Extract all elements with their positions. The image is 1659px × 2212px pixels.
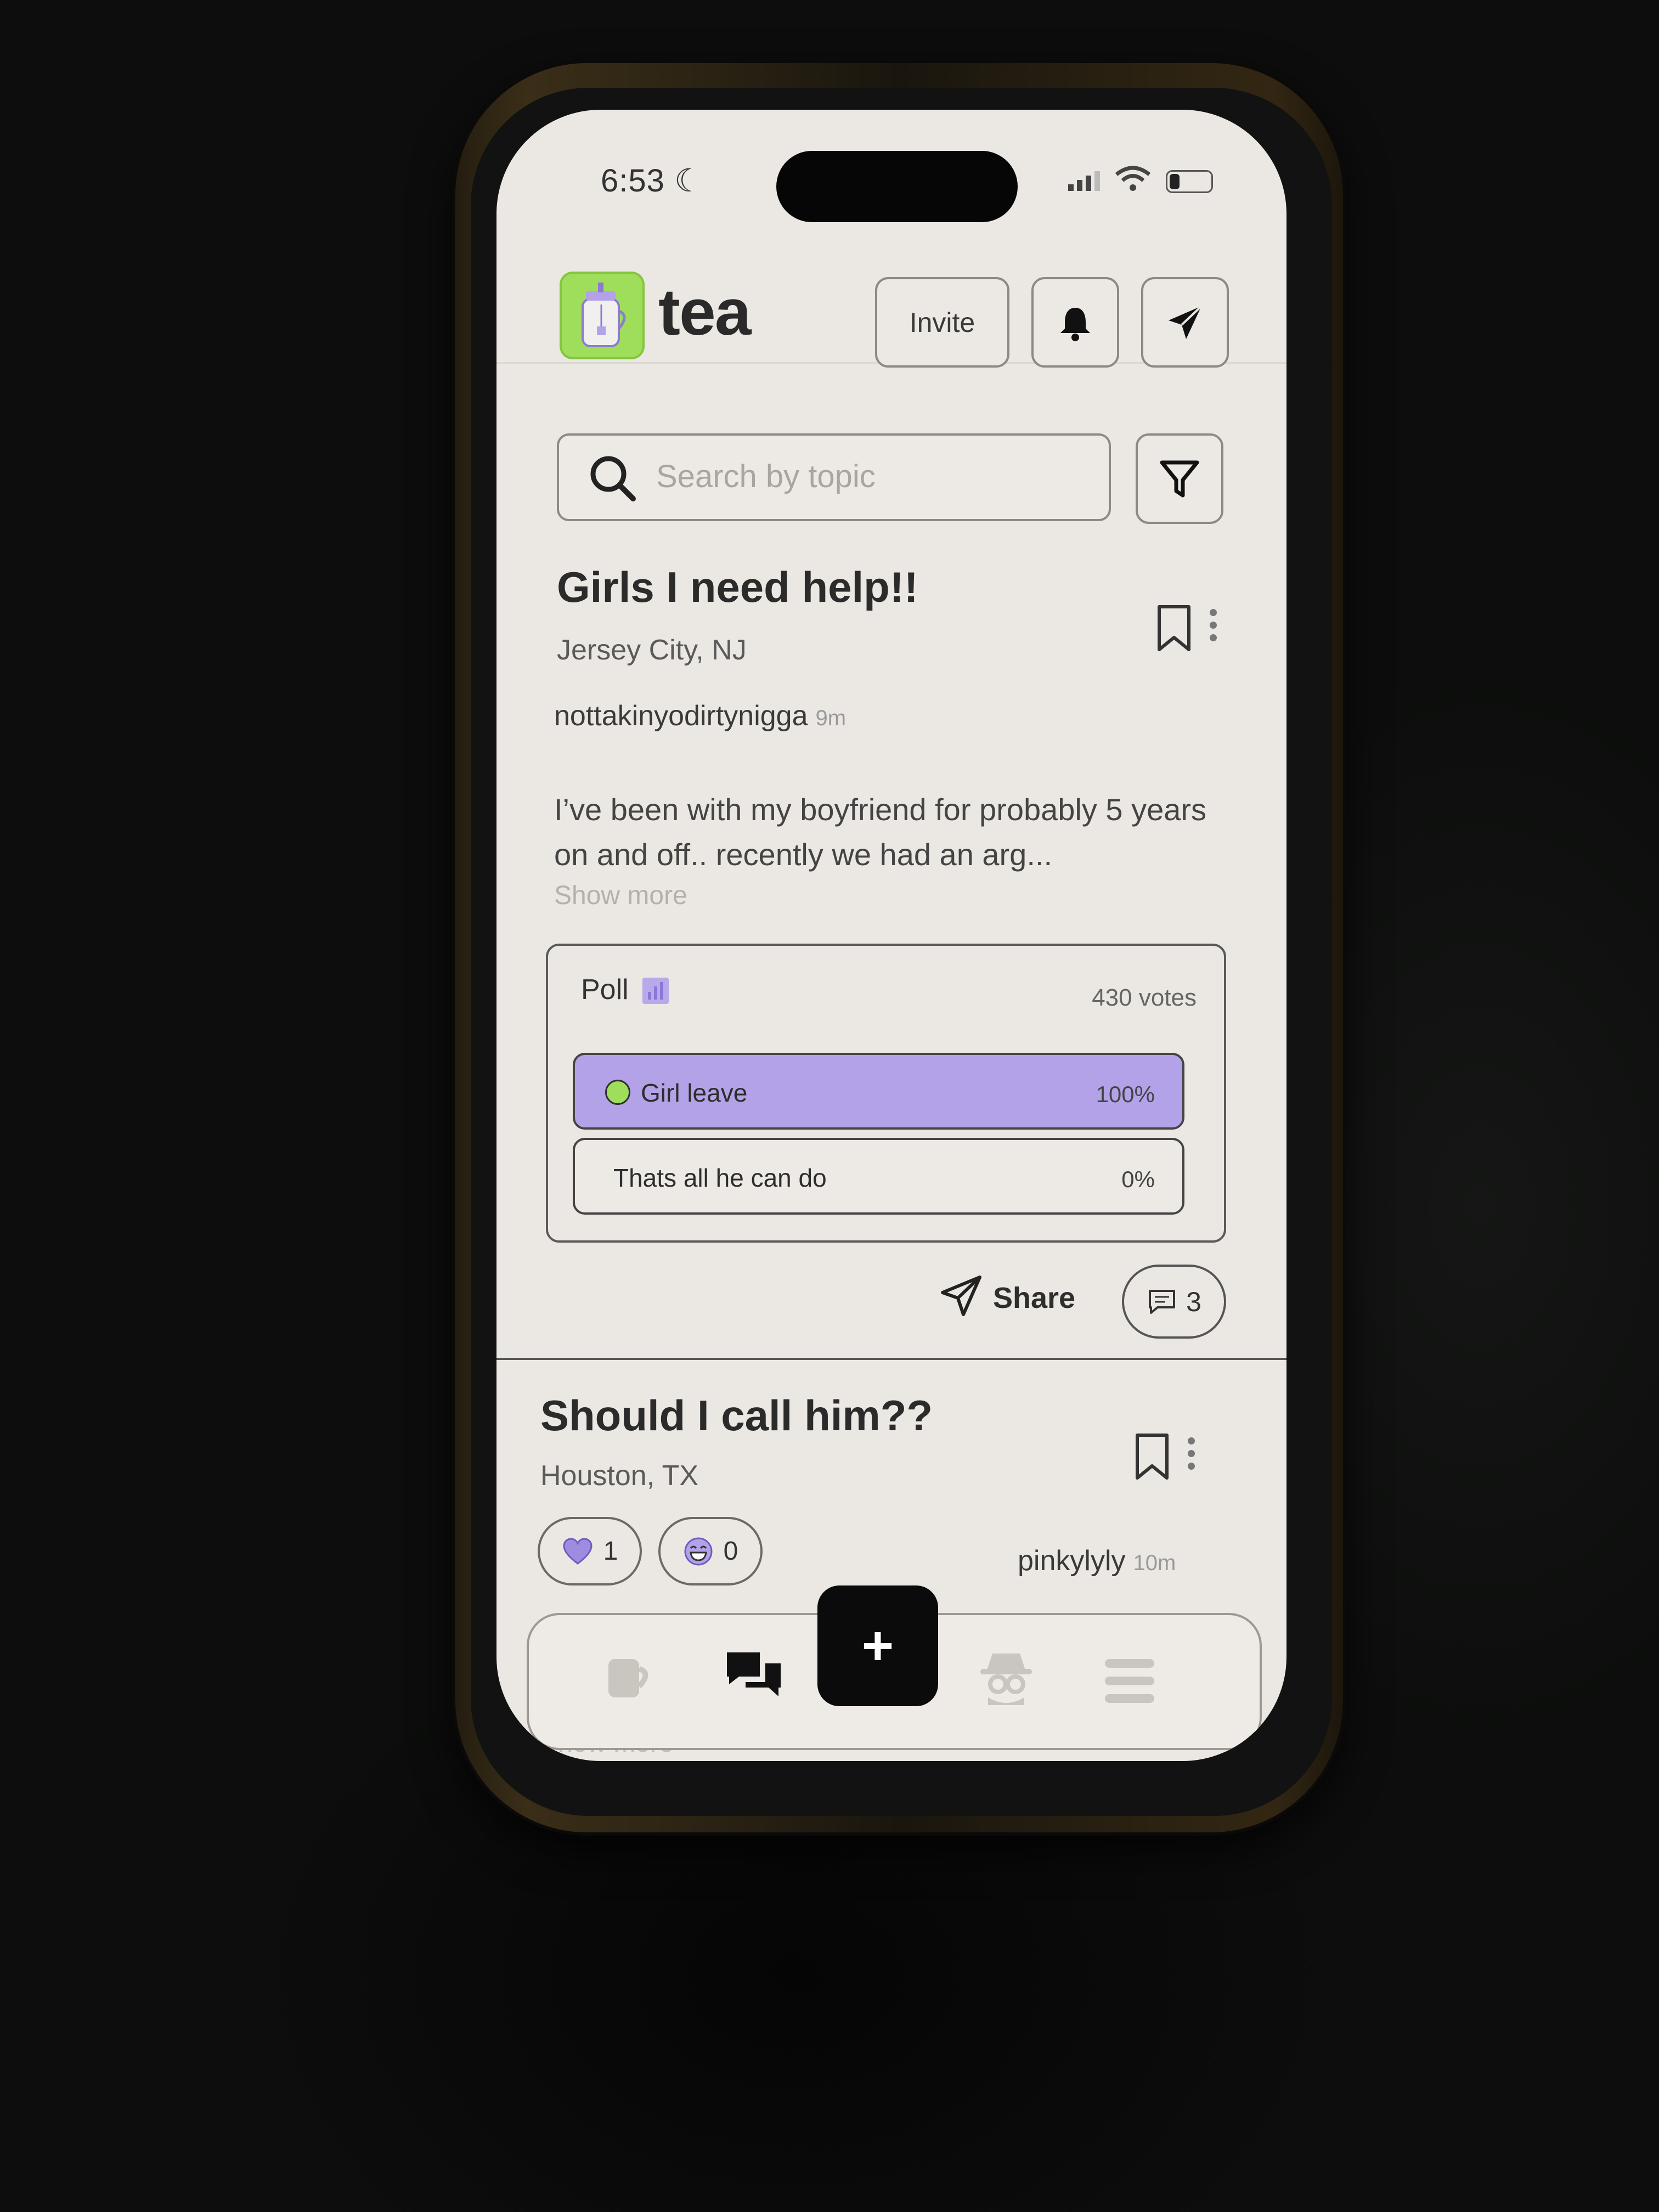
detective-icon[interactable]: [976, 1648, 1036, 1708]
post-time: 9m: [815, 706, 847, 730]
like-count: 1: [603, 1537, 618, 1566]
bookmark-icon[interactable]: [1133, 1432, 1171, 1481]
dynamic-island: [776, 151, 1018, 222]
search-bar[interactable]: [557, 433, 1111, 521]
comment-icon: [1149, 1289, 1176, 1314]
filter-icon: [1160, 460, 1199, 497]
tea-logo-icon: [560, 272, 645, 359]
post-location: Houston, TX: [540, 1460, 699, 1492]
phone-screen: 6:53 ☾ tea Invite Search by topic Girls …: [496, 110, 1286, 1761]
messages-button[interactable]: [1141, 277, 1229, 368]
selected-dot-icon: [605, 1080, 630, 1105]
poll-option-percent: 100%: [1096, 1081, 1155, 1107]
send-icon: [1169, 305, 1203, 339]
bell-icon: [1060, 307, 1090, 341]
invite-button[interactable]: Invite: [875, 277, 1009, 368]
laugh-count: 0: [723, 1537, 738, 1566]
moon-icon: ☾: [674, 163, 704, 199]
add-post-button[interactable]: +: [817, 1585, 938, 1706]
post-time: 10m: [1133, 1551, 1176, 1575]
share-button[interactable]: Share: [993, 1281, 1075, 1315]
poll-label: Poll: [581, 974, 629, 1006]
poll-option-label: Thats all he can do: [613, 1164, 827, 1192]
search-input[interactable]: [655, 458, 1096, 495]
heart-icon: [563, 1537, 592, 1565]
poll-option-label: Girl leave: [641, 1079, 748, 1107]
status-bar: 6:53 ☾: [496, 110, 1286, 230]
post-title[interactable]: Girls I need help!!: [557, 562, 918, 612]
app-name: tea: [658, 275, 751, 349]
post-location: Jersey City, NJ: [557, 634, 747, 666]
poll-card: Poll 430 votes Girl leave 100% Thats all…: [546, 944, 1226, 1243]
notifications-button[interactable]: [1031, 277, 1119, 368]
poll-option[interactable]: Girl leave 100%: [573, 1053, 1184, 1130]
filter-button[interactable]: [1136, 433, 1223, 524]
bookmark-icon[interactable]: [1155, 603, 1193, 653]
like-button[interactable]: 1: [538, 1517, 642, 1585]
status-time: 6:53 ☾: [601, 163, 704, 199]
chat-icon[interactable]: [724, 1648, 784, 1703]
laughing-face-icon: [684, 1537, 713, 1565]
share-icon[interactable]: [938, 1273, 985, 1319]
search-icon: [590, 456, 636, 501]
post-body: I’ve been with my boyfriend for probably…: [554, 792, 1207, 872]
more-options-icon[interactable]: [1188, 1437, 1195, 1475]
poll-votes: 430 votes: [1092, 984, 1197, 1011]
comment-count: 3: [1186, 1286, 1201, 1317]
post-author[interactable]: nottakinyodirtynigga 9m: [554, 699, 846, 732]
menu-icon[interactable]: [1102, 1656, 1157, 1706]
poll-option-percent: 0%: [1121, 1166, 1155, 1192]
tea-cup-icon[interactable]: [600, 1648, 655, 1703]
comments-button[interactable]: 3: [1122, 1265, 1226, 1339]
post-title[interactable]: Should I call him??: [540, 1391, 933, 1441]
post-divider: [496, 1358, 1286, 1360]
post-author[interactable]: pinkylyly 10m: [1018, 1544, 1176, 1577]
app-header: tea Invite: [496, 252, 1286, 368]
poll-option[interactable]: Thats all he can do 0%: [573, 1138, 1184, 1215]
show-more-link[interactable]: Show more: [554, 881, 687, 911]
more-options-icon[interactable]: [1210, 609, 1217, 647]
bar-chart-icon: [642, 978, 669, 1004]
battery-icon: [1166, 170, 1213, 193]
laugh-reaction-button[interactable]: 0: [658, 1517, 763, 1585]
signal-icon: [1068, 171, 1100, 191]
wifi-icon: [1115, 166, 1151, 191]
